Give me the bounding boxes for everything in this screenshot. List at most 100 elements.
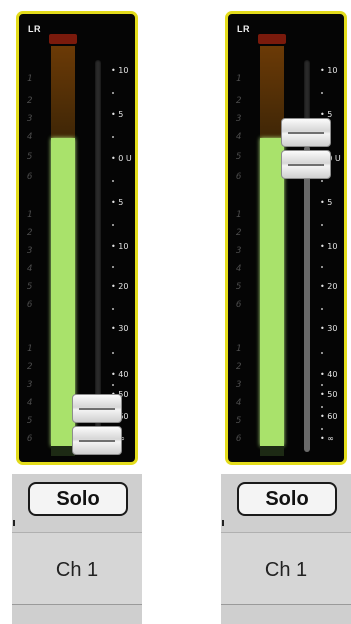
db-scale-tick: • 10 bbox=[320, 242, 338, 251]
meter-scale-tick: 1 bbox=[236, 344, 242, 354]
channel-name: Ch 1 bbox=[264, 559, 308, 581]
solo-button[interactable]: Solo bbox=[237, 482, 337, 516]
fader-knob[interactable] bbox=[281, 118, 331, 180]
db-scale-tick: • 10 bbox=[111, 242, 129, 251]
meter-scale-tick: 4 bbox=[236, 264, 242, 274]
meter-scale-tick: 4 bbox=[236, 132, 242, 142]
edge-mark bbox=[13, 520, 15, 526]
db-scale-tick: • ∞ bbox=[320, 434, 334, 443]
db-scale-minor-dot bbox=[112, 180, 114, 182]
channel-name-area[interactable]: Ch 1 bbox=[221, 532, 351, 605]
fader-panel: LR 123456123456123456 • 10• 5• 0 U• 5• 1… bbox=[16, 11, 138, 465]
db-scale-tick: • 5 bbox=[111, 198, 124, 207]
db-scale-tick: • 40 bbox=[111, 370, 129, 379]
meter-scale-tick: 2 bbox=[27, 96, 33, 106]
level-meter bbox=[260, 46, 284, 456]
meter-scale-tick: 3 bbox=[236, 114, 242, 124]
divider bbox=[12, 604, 142, 605]
meter-scale-tick: 1 bbox=[27, 74, 33, 84]
meter-segment-green bbox=[260, 138, 284, 446]
fader-knob[interactable] bbox=[72, 394, 122, 456]
db-scale-tick: • 20 bbox=[320, 282, 338, 291]
peak-indicator bbox=[258, 34, 286, 44]
db-scale-minor-dot bbox=[112, 224, 114, 226]
db-scale-minor-dot bbox=[112, 308, 114, 310]
meter-scale-tick: 1 bbox=[27, 344, 33, 354]
db-scale-minor-dot bbox=[321, 352, 323, 354]
solo-button[interactable]: Solo bbox=[28, 482, 128, 516]
meter-scale-tick: 5 bbox=[27, 152, 33, 162]
meter-scale-tick: 2 bbox=[236, 362, 242, 372]
meter-scale-tick: 3 bbox=[236, 380, 242, 390]
db-scale-minor-dot bbox=[321, 308, 323, 310]
meter-scale-tick: 3 bbox=[27, 114, 33, 124]
fader-panel: LR 123456123456123456 • 10• 5• 0 U• 5• 1… bbox=[225, 11, 347, 465]
db-scale-tick: • 10 bbox=[111, 66, 129, 75]
meter-scale-tick: 4 bbox=[236, 398, 242, 408]
meter-scale-tick: 4 bbox=[27, 264, 33, 274]
db-scale-tick: • 60 bbox=[320, 412, 338, 421]
meter-scale-tick: 3 bbox=[27, 246, 33, 256]
db-scale-tick: • 10 bbox=[320, 66, 338, 75]
meter-scale-left: 1 2 3 4 5 6 1 2 3 4 5 6 1 2 3 4 5 6 bbox=[236, 14, 252, 464]
db-scale-minor-dot bbox=[321, 384, 323, 386]
fader-knob-bottom bbox=[281, 150, 331, 179]
meter-segment-dark bbox=[260, 446, 284, 456]
db-scale-minor-dot bbox=[112, 266, 114, 268]
channel-strip-left: LR 123456123456123456 • 10 • 5 • 0 U • 5 • 1… bbox=[12, 0, 142, 624]
fader-knob-bottom bbox=[72, 426, 122, 455]
db-scale: • 10• 5• 0 U• 5• 10• 20• 30• 40• 50• 60•… bbox=[320, 14, 350, 464]
channel-name-area[interactable]: Ch 1 bbox=[12, 532, 142, 605]
meter-scale-tick: 5 bbox=[236, 416, 242, 426]
meter-segment-orange bbox=[51, 46, 75, 138]
meter-scale-tick: 5 bbox=[27, 416, 33, 426]
db-scale-minor-dot bbox=[321, 92, 323, 94]
divider bbox=[221, 604, 351, 605]
channel-name: Ch 1 bbox=[55, 559, 99, 581]
channel-strip-right: LR 123456123456123456 • 10• 5• 0 U• 5• 1… bbox=[221, 0, 351, 624]
fader-knob-top bbox=[72, 394, 122, 423]
db-scale-minor-dot bbox=[321, 428, 323, 430]
db-scale-minor-dot bbox=[321, 224, 323, 226]
meter-scale-tick: 3 bbox=[236, 246, 242, 256]
meter-scale-tick: 1 bbox=[236, 210, 242, 220]
peak-indicator bbox=[49, 34, 77, 44]
meter-scale-tick: 2 bbox=[236, 228, 242, 238]
fader-knob-top bbox=[281, 118, 331, 147]
meter-scale-tick: 1 bbox=[236, 74, 242, 84]
meter-scale-tick: 1 bbox=[27, 210, 33, 220]
meter-scale-tick: 4 bbox=[27, 132, 33, 142]
db-scale-minor-dot bbox=[112, 92, 114, 94]
db-scale-tick: • 5 bbox=[111, 110, 124, 119]
db-scale-minor-dot bbox=[321, 180, 323, 182]
db-scale-tick: • 40 bbox=[320, 370, 338, 379]
db-scale-tick: • 0 U bbox=[111, 154, 132, 163]
meter-scale-tick: 5 bbox=[236, 152, 242, 162]
meter-scale-tick: 6 bbox=[236, 434, 242, 444]
meter-scale-tick: 6 bbox=[27, 434, 33, 444]
meter-scale-left: 1 2 3 4 5 6 1 2 3 4 5 6 1 2 3 4 5 6 bbox=[27, 14, 43, 464]
meter-scale-tick: 2 bbox=[27, 228, 33, 238]
edge-mark bbox=[222, 520, 224, 526]
meter-scale-tick: 5 bbox=[236, 282, 242, 292]
meter-scale-tick: 2 bbox=[27, 362, 33, 372]
fader-track-fill bbox=[304, 146, 310, 452]
db-scale-tick: • 5 bbox=[320, 198, 333, 207]
db-scale-minor-dot bbox=[112, 136, 114, 138]
meter-scale-tick: 2 bbox=[236, 96, 242, 106]
meter-scale-tick: 4 bbox=[27, 398, 33, 408]
db-scale-tick: • 20 bbox=[111, 282, 129, 291]
meter-scale-tick: 6 bbox=[27, 300, 33, 310]
meter-scale-tick: 3 bbox=[27, 380, 33, 390]
db-scale-tick: • 30 bbox=[320, 324, 338, 333]
db-scale-tick: • 30 bbox=[111, 324, 129, 333]
meter-scale-tick: 6 bbox=[27, 172, 33, 182]
db-scale-minor-dot bbox=[112, 384, 114, 386]
db-scale-minor-dot bbox=[321, 266, 323, 268]
meter-scale-tick: 6 bbox=[236, 300, 242, 310]
db-scale-minor-dot bbox=[112, 352, 114, 354]
meter-scale-tick: 5 bbox=[27, 282, 33, 292]
db-scale-tick: • 50 bbox=[320, 390, 338, 399]
meter-scale-tick: 6 bbox=[236, 172, 242, 182]
db-scale-minor-dot bbox=[321, 406, 323, 408]
